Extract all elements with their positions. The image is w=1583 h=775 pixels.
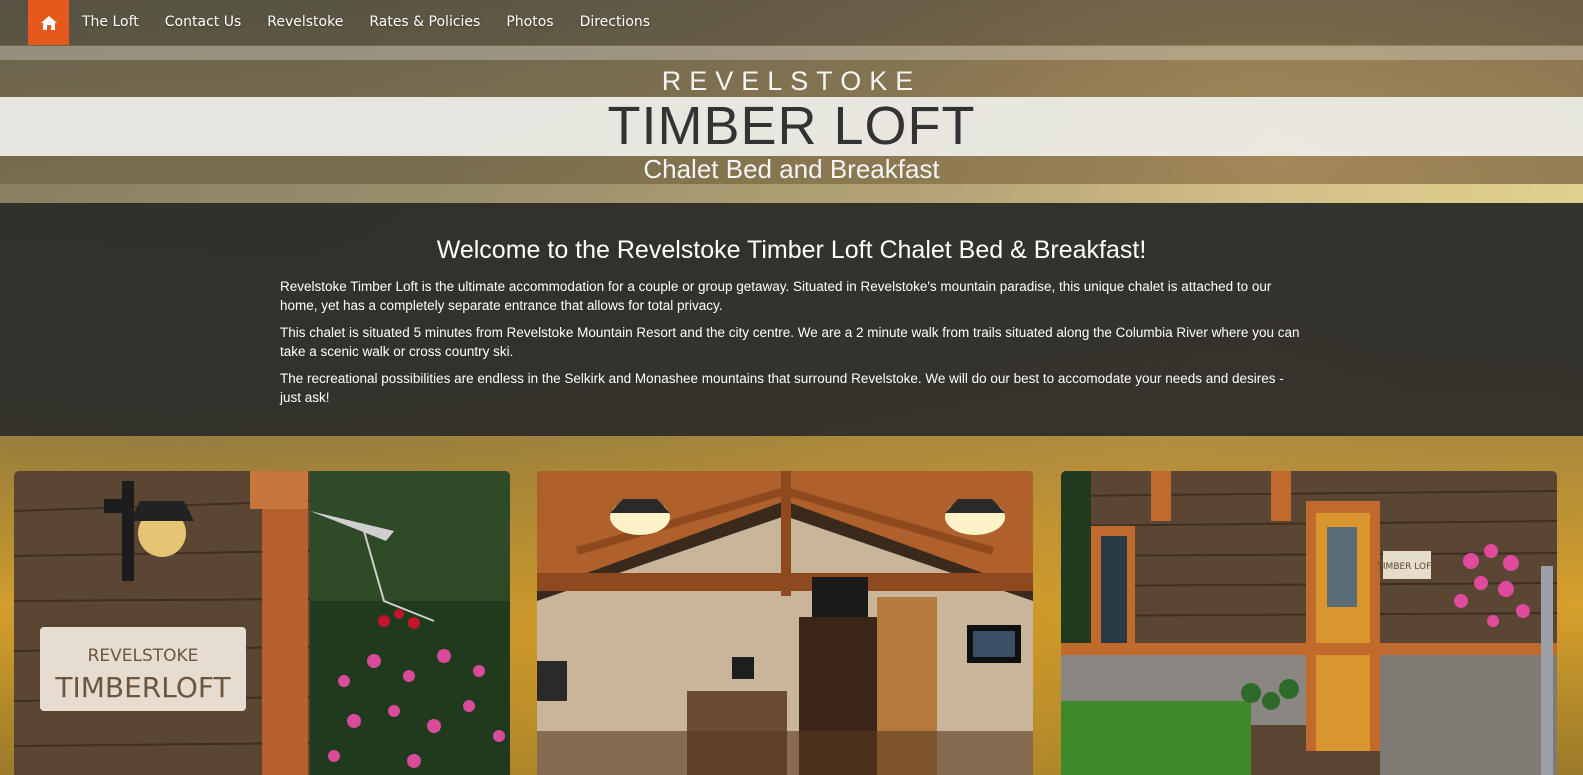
welcome-paragraph: The recreational possibilities are endle… xyxy=(280,371,1284,405)
nav-item-photos[interactable]: Photos xyxy=(493,0,566,45)
welcome-body: Revelstoke Timber Loft is the ultimate a… xyxy=(280,277,1305,415)
photo-card-exterior[interactable]: TIMBER LOFT xyxy=(1061,471,1557,775)
photo-card-interior[interactable] xyxy=(537,471,1033,775)
sign-photo: REVELSTOKE TIMBERLOFT xyxy=(14,471,510,775)
welcome-paragraph: This chalet is situated 5 minutes from R… xyxy=(280,325,1300,359)
nav-menu: The Loft Contact Us Revelstoke Rates & P… xyxy=(69,0,663,45)
nav-item-directions[interactable]: Directions xyxy=(567,0,664,45)
header-stripe-bottom xyxy=(0,184,1583,203)
nav-item-revelstoke[interactable]: Revelstoke xyxy=(254,0,356,45)
header-stripe-top xyxy=(0,46,1583,60)
welcome-paragraph: Revelstoke Timber Loft is the ultimate a… xyxy=(280,279,1272,313)
brand-location: REVELSTOKE xyxy=(661,66,922,96)
interior-photo xyxy=(537,471,1033,775)
nav-item-contact-us[interactable]: Contact Us xyxy=(152,0,254,45)
brand-name: TIMBER LOFT xyxy=(607,96,976,156)
photo-card-sign[interactable]: REVELSTOKE TIMBERLOFT xyxy=(14,471,510,775)
door-sign-text: TIMBER LOFT xyxy=(1376,562,1437,572)
home-icon xyxy=(40,15,57,30)
brand-tagline: Chalet Bed and Breakfast xyxy=(643,154,940,184)
nav-item-the-loft[interactable]: The Loft xyxy=(69,0,152,45)
sign-line-2: TIMBERLOFT xyxy=(54,671,231,704)
nav-item-rates-policies[interactable]: Rates & Policies xyxy=(356,0,493,45)
sign-line-1: REVELSTOKE xyxy=(88,646,199,666)
welcome-heading: Welcome to the Revelstoke Timber Loft Ch… xyxy=(436,236,1147,264)
home-button[interactable] xyxy=(28,0,69,45)
top-navigation-bar: The Loft Contact Us Revelstoke Rates & P… xyxy=(0,0,1583,45)
exterior-photo: TIMBER LOFT xyxy=(1061,471,1557,775)
